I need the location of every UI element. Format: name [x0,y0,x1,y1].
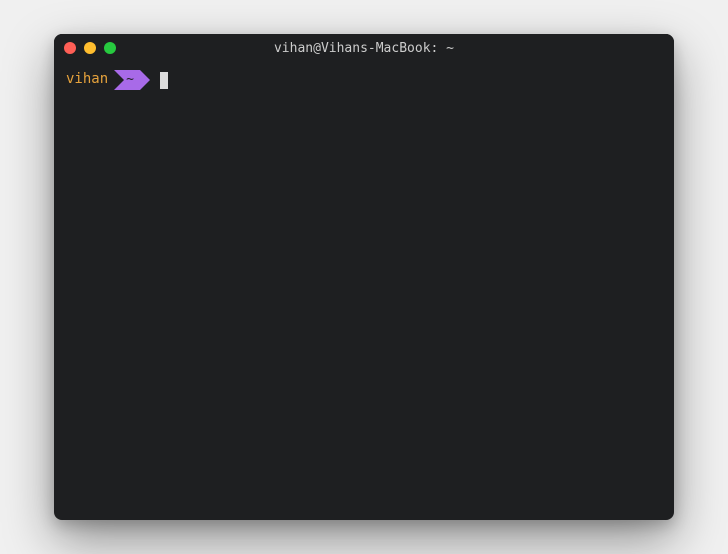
prompt-segment-cwd: ~ [114,70,150,90]
close-icon[interactable] [64,42,76,54]
terminal-body[interactable]: vihan ~ [54,62,674,520]
chevron-right-icon [140,70,150,90]
prompt-user: vihan [66,70,108,90]
prompt-line: vihan ~ [66,70,662,90]
maximize-icon[interactable] [104,42,116,54]
prompt-cwd: ~ [114,70,140,90]
traffic-lights [64,42,116,54]
cursor-icon [160,72,168,89]
window-title: vihan@Vihans-MacBook: ~ [54,41,674,56]
title-bar: vihan@Vihans-MacBook: ~ [54,34,674,62]
terminal-window: vihan@Vihans-MacBook: ~ vihan ~ [54,34,674,520]
minimize-icon[interactable] [84,42,96,54]
